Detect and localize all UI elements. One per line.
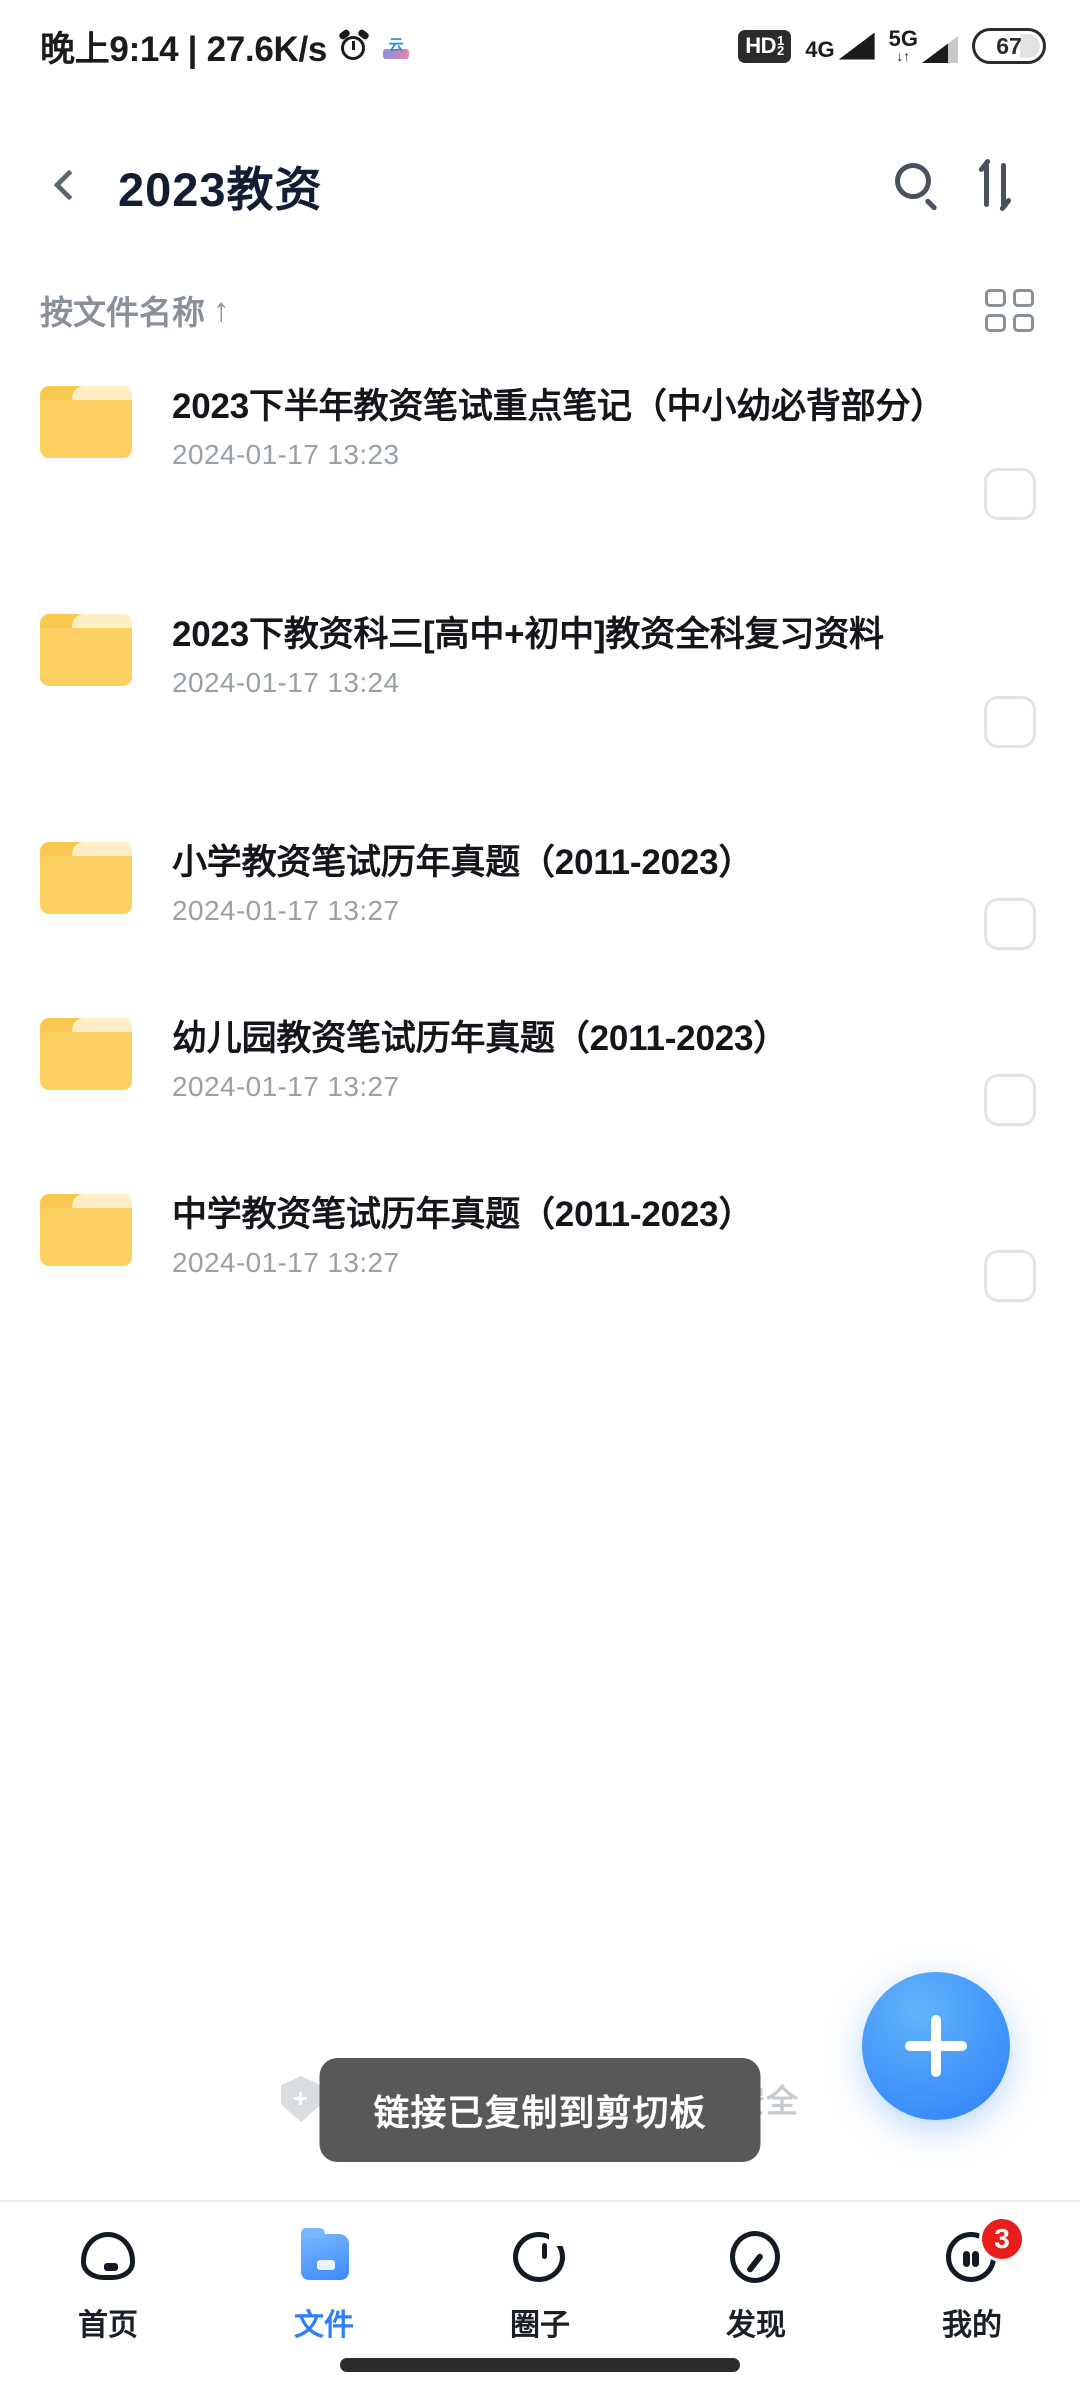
nav-item-home[interactable]: 首页 [0,2228,216,2344]
page-header: 2023教资 [0,130,1080,240]
nav-item-label: 圈子 [510,2309,570,2342]
notification-badge: 3 [979,2216,1025,2262]
plus-icon [905,2041,967,2051]
signal-bars-icon [922,36,958,63]
file-name: 2023下教资科三[高中+初中]教资全科复习资料 [172,615,884,654]
folder-icon [40,836,150,914]
signal-bars-icon [838,32,875,60]
nav-item-label: 文件 [294,2309,354,2342]
status-bar-right: HD 1 2 4G 5G ↓↑ 67 [738,28,1046,64]
nav-item-circle[interactable]: 圈子 [432,2228,648,2344]
folder-icon [40,1012,150,1090]
file-date: 2024-01-17 13:23 [172,439,400,470]
sort-bar: 按文件名称 ↑ [0,265,1080,355]
sort-icon [973,158,1017,212]
compass-icon [725,2228,787,2286]
sort-by-label: 按文件名称 [40,294,205,331]
cloud-app-icon: 云 [381,31,411,61]
circle-icon [509,2228,571,2286]
list-item[interactable]: 2023下半年教资笔试重点笔记（中小幼必背部分） 2024-01-17 13:2… [0,380,1080,608]
app-screen: 晚上9:14 | 27.6K/s 云 HD 1 2 4G 5G ↓↑ 67 20… [0,0,1080,2400]
toast-message: 链接已复制到剪切板 [319,2058,761,2162]
nav-item-label: 首页 [78,2309,138,2342]
nav-item-files[interactable]: 文件 [216,2228,432,2344]
add-button[interactable] [862,1972,1010,2120]
file-list: 2023下半年教资笔试重点笔记（中小幼必背部分） 2024-01-17 13:2… [0,380,1080,1364]
grid-view-icon[interactable] [985,288,1034,332]
list-item-text: 幼儿园教资笔试历年真题（2011-2023） 2024-01-17 13:27 [150,1012,984,1103]
file-date: 2024-01-17 13:27 [172,895,400,926]
bottom-navigation-bar: 首页 文件 圈子 发现 3 我的 [0,2200,1080,2400]
sort-by-filename-button[interactable]: 按文件名称 ↑ [40,286,230,334]
nav-item-mine[interactable]: 3 我的 [864,2216,1080,2344]
list-item-text: 2023下教资科三[高中+初中]教资全科复习资料 2024-01-17 13:2… [150,608,984,699]
folder-icon [40,1188,150,1266]
list-item[interactable]: 中学教资笔试历年真题（2011-2023） 2024-01-17 13:27 [0,1188,1080,1364]
list-item-text: 中学教资笔试历年真题（2011-2023） 2024-01-17 13:27 [150,1188,984,1279]
folder-icon [40,608,150,686]
folder-icon [40,380,150,458]
list-item-text: 2023下半年教资笔试重点笔记（中小幼必背部分） 2024-01-17 13:2… [150,380,984,471]
file-name: 中学教资笔试历年真题（2011-2023） [172,1195,754,1234]
list-item[interactable]: 幼儿园教资笔试历年真题（2011-2023） 2024-01-17 13:27 [0,1012,1080,1188]
file-name: 2023下半年教资笔试重点笔记（中小幼必背部分） [172,387,946,426]
select-checkbox[interactable] [984,696,1036,748]
nav-item-label: 发现 [726,2309,786,2342]
sim1-network-label: 4G [805,36,835,62]
list-item-text: 小学教资笔试历年真题（2011-2023） 2024-01-17 13:27 [150,836,984,927]
cloud-icon [77,2228,139,2286]
signal-sim2: 5G ↓↑ [888,26,958,64]
select-checkbox[interactable] [984,1250,1036,1302]
shield-plus-icon: + [280,2076,321,2122]
file-name: 幼儿园教资笔试历年真题（2011-2023） [172,1019,789,1058]
data-transfer-icon: ↓↑ [896,48,911,64]
file-date: 2024-01-17 13:24 [172,667,400,698]
file-date: 2024-01-17 13:27 [172,1071,400,1102]
search-icon [895,163,939,212]
back-button[interactable] [34,153,98,217]
file-date: 2024-01-17 13:27 [172,1247,400,1278]
sim2-network-label: 5G [888,26,918,51]
sort-direction-icon: ↑ [213,291,230,328]
list-item[interactable]: 2023下教资科三[高中+初中]教资全科复习资料 2024-01-17 13:2… [0,608,1080,836]
signal-sim1: 4G [805,32,875,62]
search-button[interactable] [878,146,956,224]
hd-volte-icon: HD 1 2 [738,29,792,63]
page-title: 2023教资 [118,162,323,216]
home-indicator [340,2358,740,2372]
select-checkbox[interactable] [984,1074,1036,1126]
status-bar-left: 晚上9:14 | 27.6K/s 云 [40,21,411,72]
battery-percent-label: 67 [996,32,1022,59]
sort-button[interactable] [956,146,1034,224]
hd-label: HD [745,33,777,58]
hd-sim-bottom: 2 [777,43,785,58]
file-name: 小学教资笔试历年真题（2011-2023） [172,843,754,882]
nav-item-label: 我的 [942,2309,1002,2342]
battery-indicator: 67 [972,28,1046,64]
status-bar: 晚上9:14 | 27.6K/s 云 HD 1 2 4G 5G ↓↑ 67 [0,0,1080,92]
alarm-clock-icon [338,28,371,61]
status-clock-and-netspeed: 晚上9:14 | 27.6K/s [40,29,328,69]
nav-item-discover[interactable]: 发现 [648,2228,864,2344]
back-chevron-icon [53,169,85,201]
select-checkbox[interactable] [984,898,1036,950]
select-checkbox[interactable] [984,468,1036,520]
list-item[interactable]: 小学教资笔试历年真题（2011-2023） 2024-01-17 13:27 [0,836,1080,1012]
face-icon: 3 [941,2216,1025,2286]
folder-icon [293,2228,355,2286]
